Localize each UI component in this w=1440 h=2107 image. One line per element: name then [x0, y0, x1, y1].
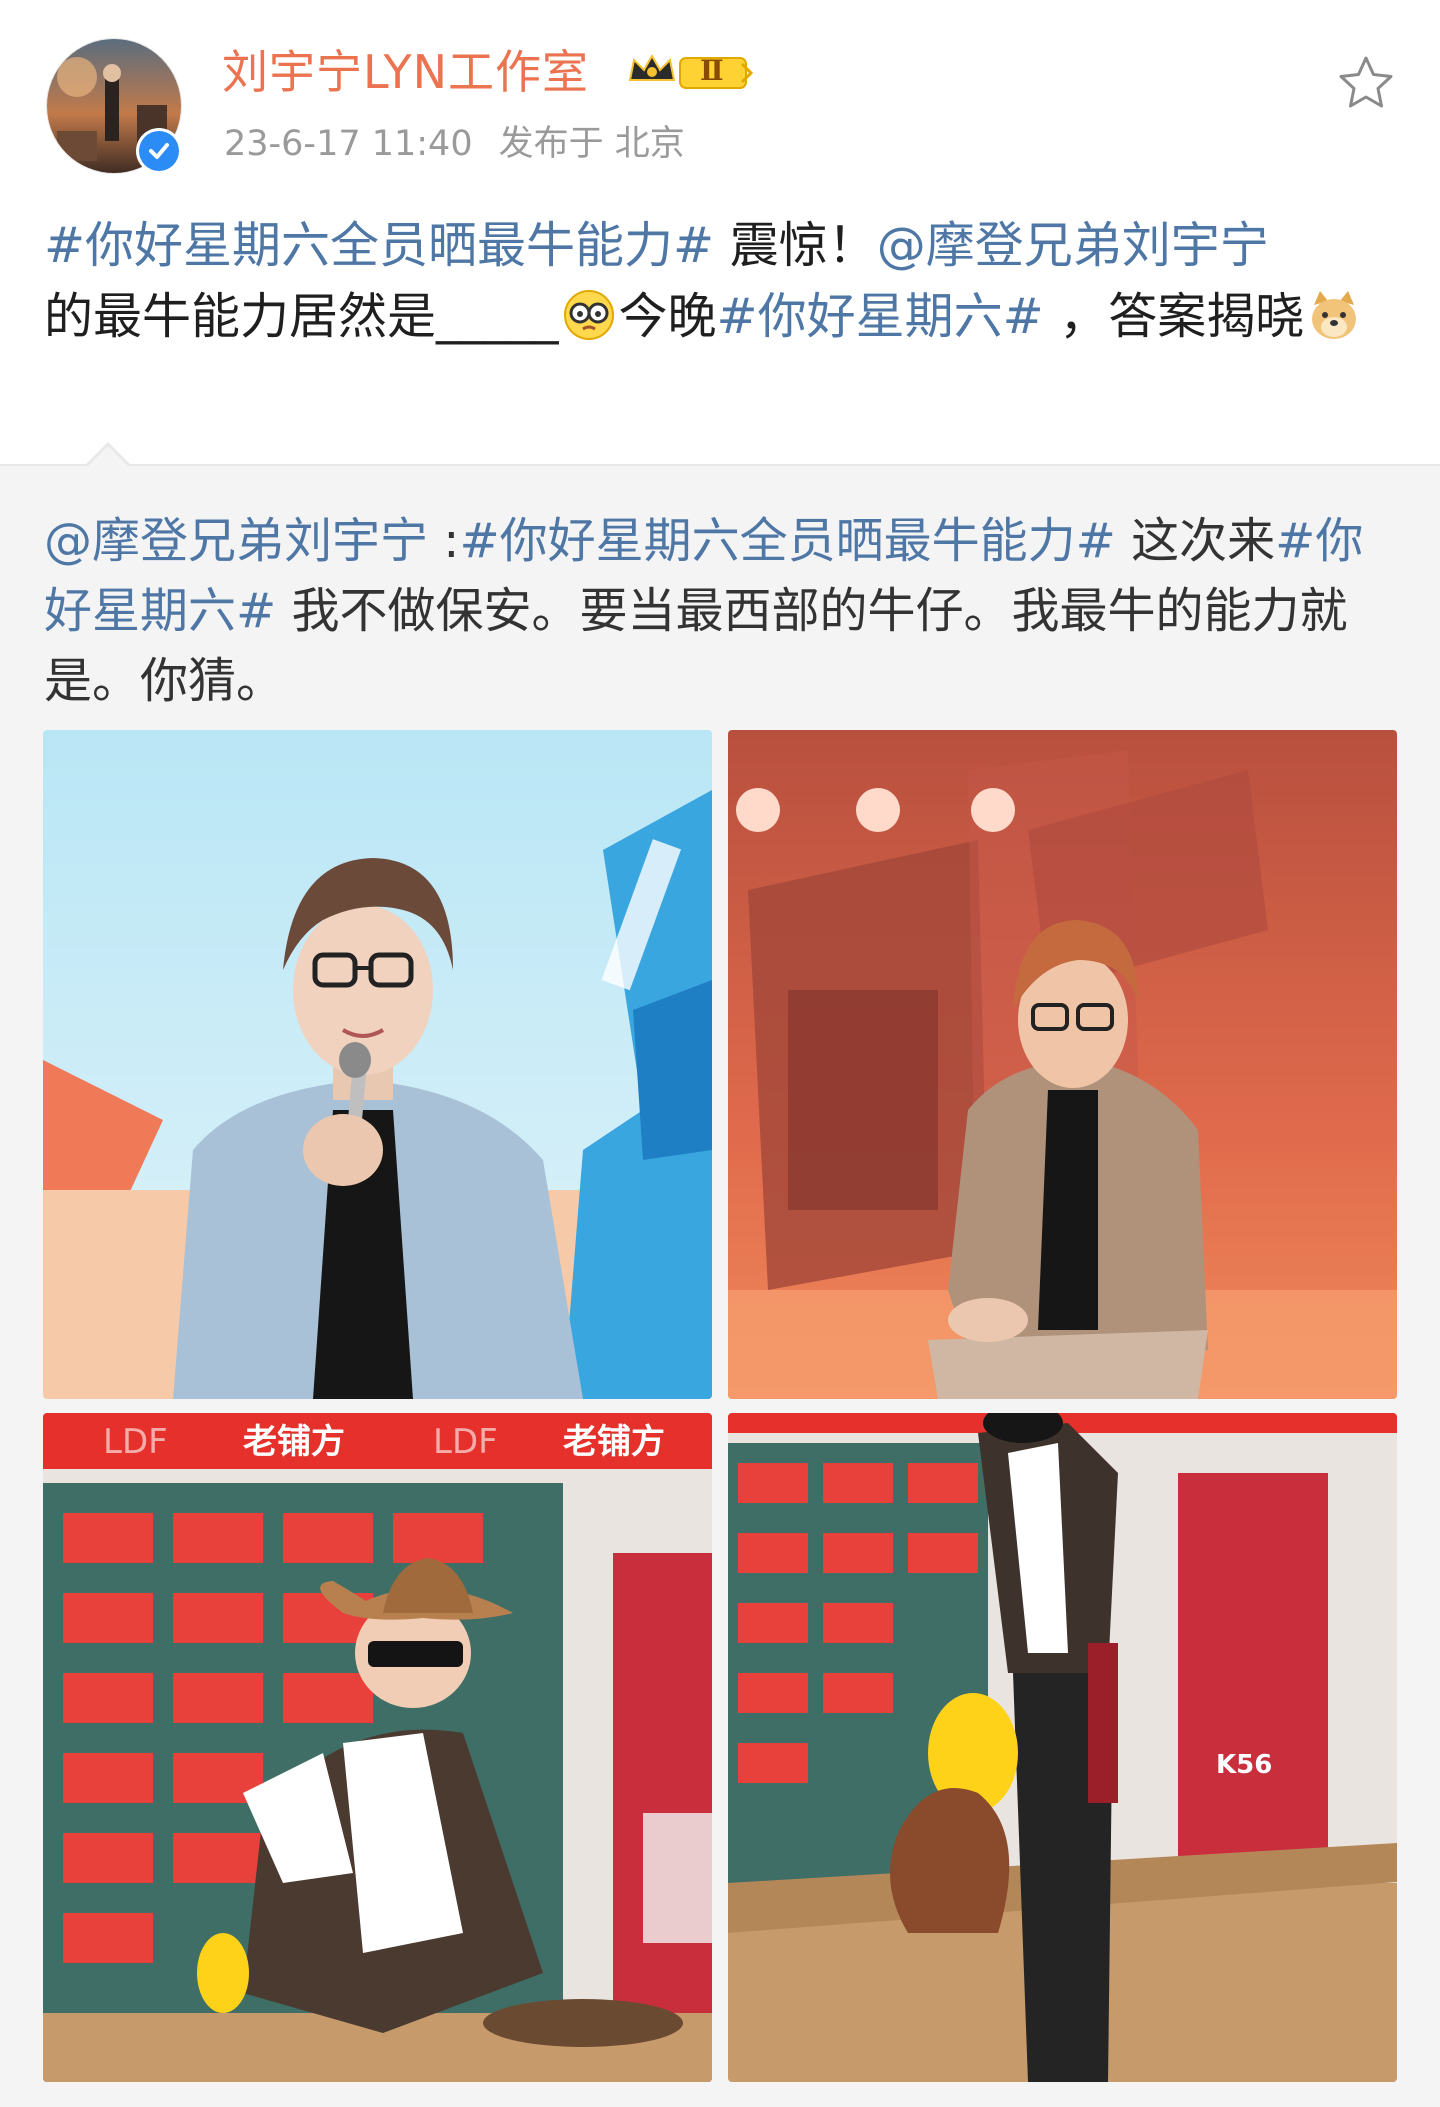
post-text-segment: 震惊！ [714, 217, 877, 274]
post-text-segment: 今晚 [618, 288, 717, 345]
author-name[interactable]: 刘宇宁LYN工作室 [222, 44, 589, 100]
sign-text-1: 老铺方 [243, 1422, 345, 1462]
mention-link[interactable]: @摩登兄弟刘宇宁 [877, 217, 1269, 274]
member-badge[interactable]: Ⅱ [624, 50, 754, 94]
photo-3[interactable]: LDF 老铺方 LDF 老铺方 [43, 1413, 712, 2082]
hashtag-link[interactable]: #你好星期六全员晒最牛能力# [44, 217, 714, 274]
star-outline-icon[interactable] [1335, 52, 1397, 114]
mention-link[interactable]: @摩登兄弟刘宇宁 [44, 513, 428, 569]
photo-grid: LDF 老铺方 LDF 老铺方 K56 [43, 730, 1397, 2082]
sign-text-2: 老铺方 [563, 1422, 665, 1462]
repost-text-segment: 这次来 [1115, 513, 1276, 569]
sign-brand-1: LDF [103, 1422, 168, 1462]
post-meta: 23-6-17 11:40 发布于 北京 [224, 122, 685, 166]
member-level: Ⅱ [700, 54, 724, 87]
repost-card[interactable]: @摩登兄弟刘宇宁 :#你好星期六全员晒最牛能力# 这次来#你好星期六# 我不做保… [0, 442, 1440, 2107]
photo-4[interactable]: K56 [728, 1413, 1397, 2082]
hashtag-link[interactable]: #你好星期六# [717, 288, 1044, 345]
doge-emoji [1306, 287, 1362, 343]
verified-badge [136, 128, 182, 174]
avatar[interactable] [46, 38, 182, 174]
post-date: 23-6-17 11:40 [224, 124, 473, 164]
post-text-segment: ，答案揭晓 [1043, 288, 1305, 345]
photo-2[interactable] [728, 730, 1397, 1399]
repost-text-segment: : [428, 513, 460, 569]
post-body: #你好星期六全员晒最牛能力# 震惊！@摩登兄弟刘宇宁 的最牛能力居然是_____… [44, 210, 1404, 352]
hashtag-link[interactable]: #你好星期六全员晒最牛能力# [459, 513, 1115, 569]
verified-check-icon [139, 131, 179, 171]
glasses-face-emoji [561, 287, 617, 343]
repost-body: @摩登兄弟刘宇宁 :#你好星期六全员晒最牛能力# 这次来#你好星期六# 我不做保… [44, 506, 1404, 716]
post-header: 刘宇宁LYN工作室 Ⅱ 23-6-17 11:40 发布于 北京 [0, 0, 1440, 190]
post-text-segment: 的最牛能力居然是_____ [44, 288, 559, 345]
sign-k56: K56 [1216, 1750, 1272, 1780]
post-location: 发布于 北京 [498, 124, 685, 164]
sign-brand-2: LDF [433, 1422, 498, 1462]
photo-1[interactable] [43, 730, 712, 1399]
repost-caret-fill [86, 446, 130, 468]
